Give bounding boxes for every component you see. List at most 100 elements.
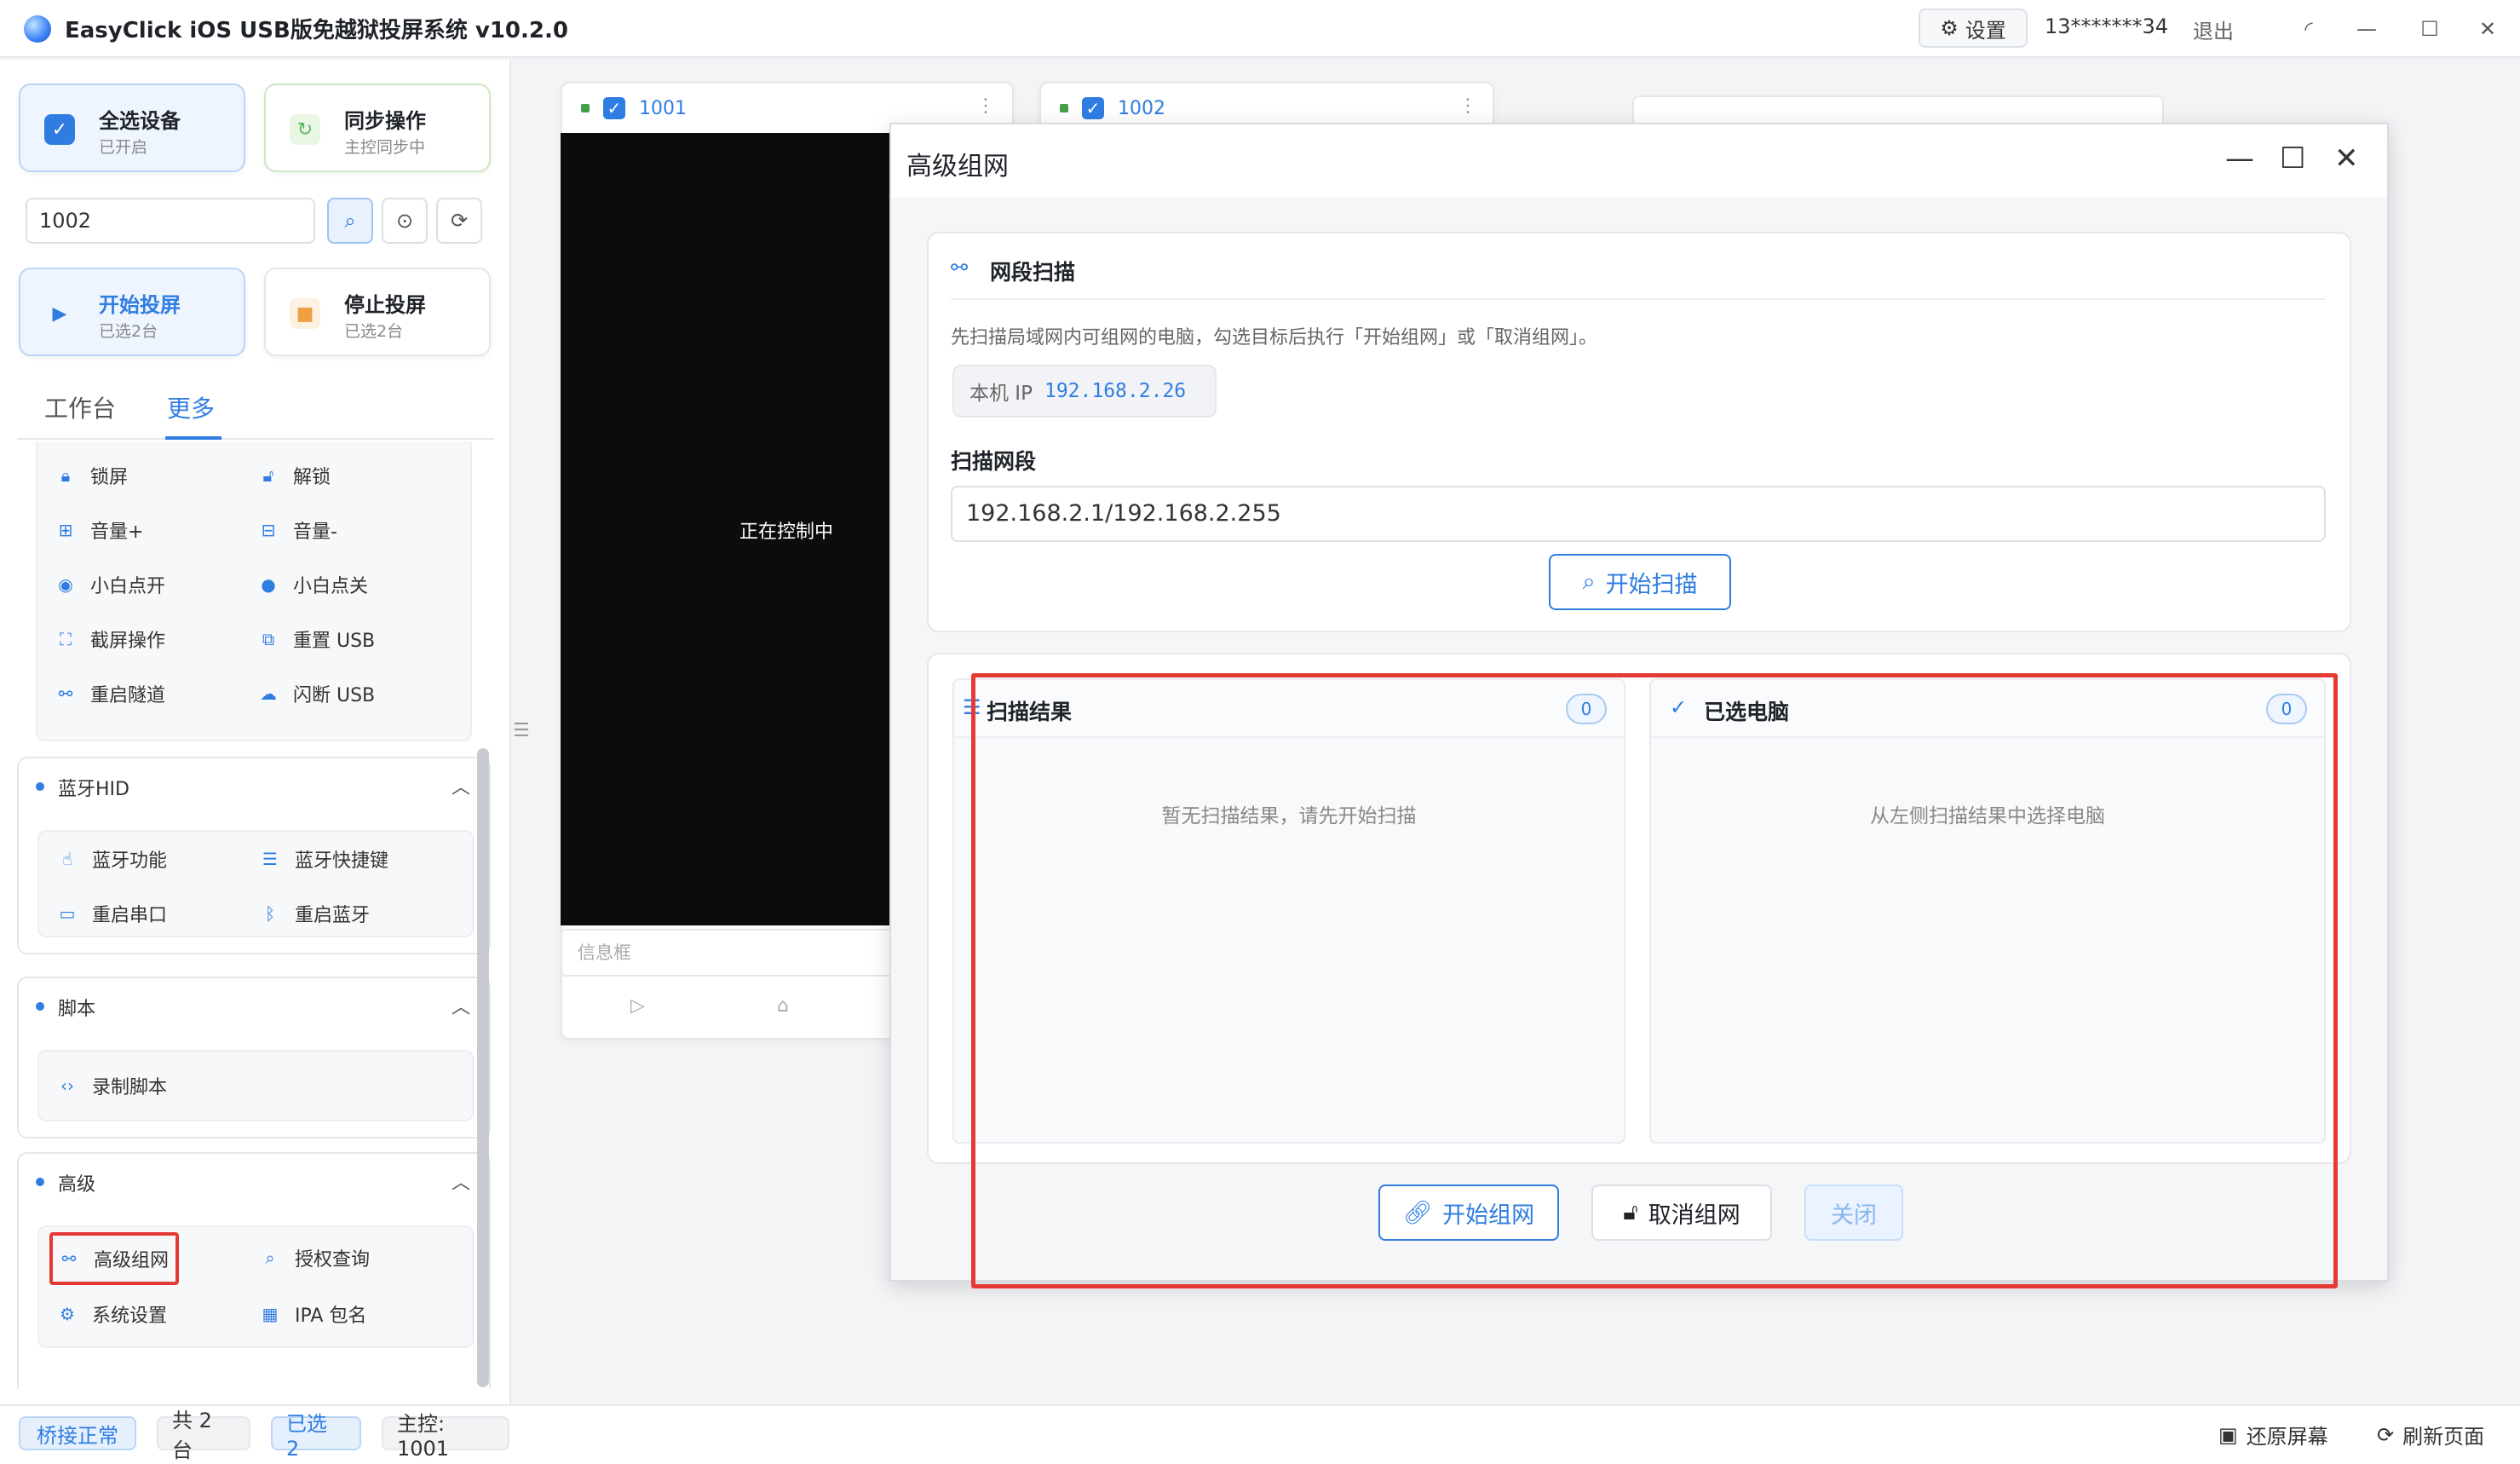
sync-status: 主控同步中 (344, 138, 426, 157)
volume-down-item[interactable]: ⊟ 音量- (252, 515, 344, 545)
restart-tunnel-item[interactable]: ⚯ 重启隧道 (49, 678, 172, 709)
select-all-devices-card[interactable]: ✓ 全选设备 已开启 (19, 84, 245, 172)
scan-range-label: 扫描网段 (951, 449, 1037, 474)
restart-serial-item[interactable]: ▭ 重启串口 (51, 898, 174, 929)
info-box[interactable]: 信息框 (561, 929, 901, 977)
cloud-icon: ☁︎ (260, 683, 277, 704)
assistive-touch-on-item[interactable]: ◉ 小白点开 (49, 569, 172, 600)
usb-reset-icon: ⧉ (262, 629, 275, 649)
maximize-button[interactable]: ☐ (2413, 12, 2447, 46)
start-cast-card[interactable]: ▶ 开始投屏 已选2台 (19, 268, 245, 356)
start-scan-button[interactable]: ⌕ 开始扫描 (1549, 554, 1731, 610)
unlock-item[interactable]: 🔓︎ 解锁 (252, 460, 337, 491)
checkbox-icon: ✓ (44, 114, 75, 145)
reset-usb-item[interactable]: ⧉ 重置 USB (252, 624, 382, 654)
restore-screen-button[interactable]: ▣ 还原屏幕 (2218, 1420, 2328, 1450)
bluetooth-shortcut-item[interactable]: ☰ 蓝牙快捷键 (254, 844, 395, 874)
record-script-item[interactable]: ‹› 录制脚本 (51, 1070, 174, 1101)
left-scrollbar[interactable] (477, 748, 489, 1387)
active-tab-indicator (165, 436, 222, 440)
divider (951, 298, 2326, 300)
dialog-close-button[interactable]: ✕ (2334, 141, 2359, 176)
dialog-title: 高级组网 (906, 152, 1009, 182)
panel-splitter-icon[interactable]: ☰ (513, 720, 530, 741)
crop-icon: ⛶ (60, 629, 72, 649)
tab-more[interactable]: 更多 (167, 390, 215, 424)
device-search-input[interactable]: 1002 (26, 198, 315, 244)
chevron-up-icon[interactable]: ︿ (452, 1167, 470, 1195)
sync-operation-card[interactable]: ↻ 同步操作 主控同步中 (264, 84, 491, 172)
volume-up-item[interactable]: ⊞ 音量+ (49, 515, 150, 545)
unlock-icon: 🔓︎ (262, 465, 274, 486)
flash-usb-label: 闪断 USB (293, 685, 376, 706)
bluetooth-function-item[interactable]: ☝ 蓝牙功能 (51, 844, 174, 874)
reset-usb-label: 重置 USB (293, 631, 376, 652)
dot-circle-icon: ◉ (58, 574, 73, 595)
tab-workbench[interactable]: 工作台 (44, 390, 116, 424)
grid-icon: ▦ (262, 1304, 279, 1324)
device-checkbox[interactable]: ✓ (603, 97, 625, 119)
home-icon[interactable]: ⌂ (777, 995, 789, 1017)
search-button[interactable]: ⌕ (327, 198, 373, 244)
more-scroll-area: 🔒︎ 锁屏 🔓︎ 解锁 ⊞ 音量+ ⊟ 音量- ◉ 小白点开 ● 小白点关 ⛶ 截屏操作 ⧉ 重… (17, 441, 494, 1389)
refresh-icon: ⟳ (2377, 1422, 2395, 1447)
close-window-button[interactable]: ✕ (2471, 12, 2505, 46)
chevron-up-icon[interactable]: ︿ (452, 772, 470, 799)
settings-button[interactable]: ⚙ 设置 (1919, 9, 2028, 48)
screenshot-label: 截屏操作 (90, 631, 166, 652)
section-header[interactable]: 脚本 ︿ (19, 978, 489, 1036)
system-settings-item[interactable]: ⚙ 系统设置 (51, 1299, 174, 1329)
bluetooth-items: ☝ 蓝牙功能 ☰ 蓝牙快捷键 ▭ 重启串口 ᛒ 重启蓝牙 (37, 830, 474, 937)
section-title: 蓝牙HID (58, 779, 129, 800)
refresh-page-button[interactable]: ⟳ 刷新页面 (2377, 1420, 2484, 1450)
section-header[interactable]: 高级 ︿ (19, 1154, 489, 1212)
dialog-minimize-button[interactable]: — (2225, 141, 2254, 176)
section-header[interactable]: 蓝牙HID ︿ (19, 758, 489, 816)
sync-icon: ↻ (290, 114, 320, 145)
more-vertical-icon[interactable]: ⋮ (1458, 95, 1477, 117)
network-icon: ⚯ (61, 1248, 77, 1269)
section-bluetooth-hid: 蓝牙HID ︿ ☝ 蓝牙功能 ☰ 蓝牙快捷键 ▭ 重启串口 ᛒ 重启蓝牙 (17, 757, 491, 954)
advanced-network-item[interactable]: ⚯ 高级组网 (49, 1232, 180, 1285)
network-icon: ⚯ (58, 683, 73, 704)
assistive-touch-off-item[interactable]: ● 小白点关 (252, 569, 375, 600)
ipa-bundle-item[interactable]: ▦ IPA 包名 (254, 1299, 373, 1329)
screen-icon: ▣ (2218, 1422, 2238, 1447)
license-query-item[interactable]: ⌕ 授权查询 (254, 1242, 377, 1273)
logout-link[interactable]: 退出 (2193, 14, 2234, 44)
start-cast-count: 已选2台 (99, 322, 158, 341)
play-icon[interactable]: ▷ (630, 995, 645, 1017)
dialog-maximize-button[interactable]: ☐ (2280, 141, 2305, 176)
refresh-list-button[interactable]: ⟳ (436, 198, 482, 244)
more-vertical-icon[interactable]: ⋮ (976, 95, 995, 117)
local-ip-chip: 本机 IP 192.168.2.26 (952, 365, 1217, 418)
select-all-status: 已开启 (99, 138, 148, 157)
location-pin-icon: ⊙ (395, 209, 414, 233)
lock-screen-item[interactable]: 🔒︎ 锁屏 (49, 460, 135, 491)
device-screen-1001[interactable] (561, 133, 901, 925)
plus-square-icon: ⊞ (58, 520, 73, 540)
search-icon: ⌕ (1582, 568, 1596, 595)
flash-usb-item[interactable]: ☁︎ 闪断 USB (252, 678, 382, 709)
item-label: 授权查询 (295, 1249, 371, 1271)
item-label: 蓝牙功能 (92, 850, 168, 872)
item-label: 系统设置 (92, 1305, 168, 1327)
minimize-button[interactable]: — (2350, 12, 2384, 46)
controlling-status: 正在控制中 (739, 522, 834, 543)
gear-icon: ⚙ (60, 1304, 75, 1324)
section-script: 脚本 ︿ ‹› 录制脚本 (17, 977, 491, 1138)
item-label: 重启蓝牙 (295, 905, 371, 926)
restart-bluetooth-item[interactable]: ᛒ 重启蓝牙 (254, 898, 377, 929)
settings-label: 设置 (1965, 18, 2006, 43)
stop-cast-card[interactable]: ■ 停止投屏 已选2台 (264, 268, 491, 356)
locate-button[interactable]: ⊙ (382, 198, 428, 244)
scan-range-input[interactable]: 192.168.2.1/192.168.2.255 (951, 486, 2326, 542)
search-icon: ⌕ (265, 1248, 275, 1268)
chevron-up-icon[interactable]: ︿ (452, 992, 470, 1019)
item-label: 蓝牙快捷键 (295, 850, 389, 872)
device-checkbox[interactable]: ✓ (1082, 97, 1104, 119)
bluetooth-icon: ᛒ (265, 903, 275, 924)
restore-screen-label: 还原屏幕 (2246, 1425, 2328, 1449)
screenshot-item[interactable]: ⛶ 截屏操作 (49, 624, 172, 654)
script-items: ‹› 录制脚本 (37, 1050, 474, 1121)
